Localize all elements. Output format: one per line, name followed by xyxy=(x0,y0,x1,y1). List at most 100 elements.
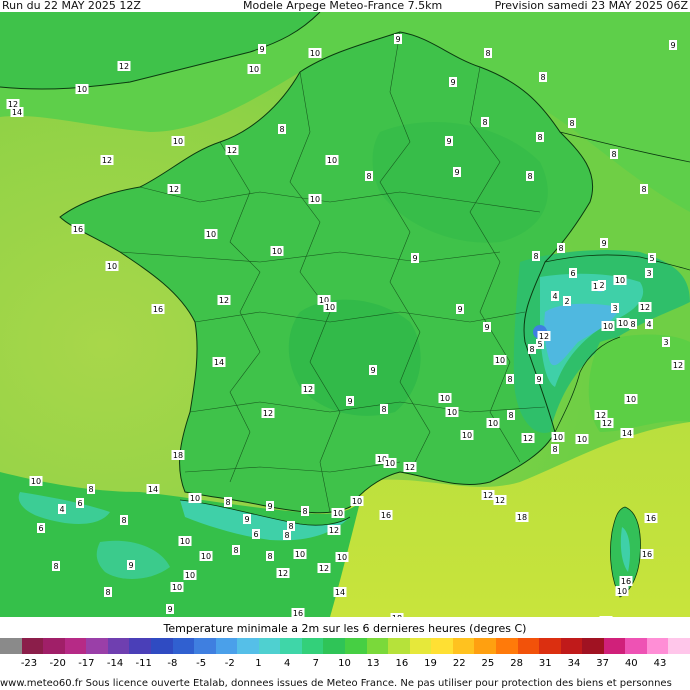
color-scale-tick: 13 xyxy=(366,658,380,669)
temperature-value-label: 18 xyxy=(390,613,404,617)
label-value: 12 xyxy=(329,526,339,535)
color-scale-tick: -5 xyxy=(196,658,207,669)
color-scale-tick: -17 xyxy=(78,658,95,669)
temperature-value-label: 16 xyxy=(640,549,654,559)
label-value: 8 xyxy=(537,133,542,142)
temperature-value-label: 12 xyxy=(638,302,652,312)
temperature-value-label: 6 xyxy=(252,529,260,539)
temperature-value-label: 14 xyxy=(620,428,634,438)
color-scale-tick: 25 xyxy=(481,658,495,669)
label-value: 10 xyxy=(185,571,195,580)
temperature-value-label: 8 xyxy=(301,506,309,516)
temperature-value-label: 9 xyxy=(535,374,543,384)
temperature-map: 12 10 12 14 10 9 10 9 8 8 9 9 10 12 8 12 10 8 9 8 8 8 8 9 8 8 12 10… xyxy=(0,12,690,617)
color-scale-swatch xyxy=(21,638,44,654)
label-value: 9 xyxy=(457,305,462,314)
label-value: 18 xyxy=(517,513,527,522)
label-value: 12 xyxy=(102,156,112,165)
label-value: 9 xyxy=(446,137,451,146)
temperature-value-label: 10 xyxy=(493,355,507,365)
label-value: 8 xyxy=(284,531,289,540)
label-value: 10 xyxy=(495,356,505,365)
temperature-value-label: 8 xyxy=(528,344,536,354)
label-value: 12 xyxy=(219,296,229,305)
label-value: 6 xyxy=(77,499,82,508)
temperature-value-label: 9 xyxy=(456,304,464,314)
label-value: 10 xyxy=(190,494,200,503)
temperature-value-label: 12 xyxy=(481,490,495,500)
color-scale-swatch xyxy=(388,638,411,654)
temperature-value-label: 14 xyxy=(10,107,24,117)
label-value: 9 xyxy=(601,239,606,248)
temperature-value-label: 10 xyxy=(323,302,337,312)
temperature-value-label: 8 xyxy=(278,124,286,134)
temperature-value-label: 10 xyxy=(75,84,89,94)
label-value: 6 xyxy=(38,524,43,533)
label-value: 8 xyxy=(558,244,563,253)
temperature-value-label: 14 xyxy=(146,484,160,494)
label-value: 9 xyxy=(484,323,489,332)
temperature-value-label: 5 xyxy=(536,339,544,349)
temperature-value-label: 16 xyxy=(644,513,658,523)
temperature-value-label: 10 xyxy=(204,229,218,239)
label-value: 10 xyxy=(77,85,87,94)
map-page: Run du 22 MAY 2025 12Z Modele Arpege Met… xyxy=(0,0,690,690)
temperature-value-label: 8 xyxy=(557,243,565,253)
label-value: 12 xyxy=(303,385,313,394)
temperature-value-label: 10 xyxy=(575,434,589,444)
label-value: 8 xyxy=(279,125,284,134)
temperature-value-label: 8 xyxy=(224,497,232,507)
temperature-value-label: 12 xyxy=(671,360,685,370)
temperature-value-label: 10 xyxy=(335,552,349,562)
temperature-value-label: 3 xyxy=(611,303,619,313)
color-scale-swatch xyxy=(409,638,432,654)
color-scale-tick: 22 xyxy=(452,658,466,669)
temperature-value-label: 10 xyxy=(247,64,261,74)
label-value: 3 xyxy=(612,304,617,313)
temperature-value-label: 10 xyxy=(350,496,364,506)
color-scale-swatch xyxy=(237,638,260,654)
label-value: 12 xyxy=(278,569,288,578)
color-scale-swatch xyxy=(345,638,368,654)
label-value: 16 xyxy=(381,511,391,520)
color-scale-swatch xyxy=(517,638,540,654)
label-value: 9 xyxy=(244,515,249,524)
temperature-value-label: 8 xyxy=(87,484,95,494)
temperature-value-label: 18 xyxy=(515,512,529,522)
color-scale-swatch xyxy=(194,638,217,654)
color-scale-tick: -23 xyxy=(20,658,38,669)
label-value: 8 xyxy=(105,588,110,597)
color-scale-swatch xyxy=(129,638,152,654)
temperature-value-label: 10 xyxy=(438,393,452,403)
label-value: 6 xyxy=(253,530,258,539)
color-scale-swatch xyxy=(280,638,303,654)
label-value: 5 xyxy=(649,254,654,263)
temperature-value-label: 9 xyxy=(243,514,251,524)
color-scale-tick: 40 xyxy=(624,658,638,669)
color-scale-tick: 1 xyxy=(255,658,262,669)
label-value: 14 xyxy=(335,588,345,597)
temperature-value-label: 12 xyxy=(261,408,275,418)
temperature-value-label: 12 xyxy=(100,155,114,165)
color-scale-swatch xyxy=(560,638,583,654)
temperature-value-label: 10 xyxy=(170,582,184,592)
temperature-value-label: 12 xyxy=(276,568,290,578)
color-scale-swatch xyxy=(150,638,174,654)
temperature-value-label: 10 xyxy=(293,549,307,559)
label-value: 14 xyxy=(148,485,158,494)
label-value: 9 xyxy=(536,375,541,384)
temperature-value-label: 10 xyxy=(613,275,627,285)
label-value: 8 xyxy=(302,507,307,516)
label-value: 9 xyxy=(395,35,400,44)
color-scale-tick: 19 xyxy=(424,658,437,669)
label-value: 9 xyxy=(267,502,272,511)
color-scale-swatch xyxy=(668,638,690,654)
temperature-value-label: 8 xyxy=(629,319,637,329)
temperature-value-label: 2 xyxy=(563,296,571,306)
temperature-value-label: 8 xyxy=(640,184,648,194)
label-value: 12 xyxy=(227,146,237,155)
temperature-value-label: 10 xyxy=(325,155,339,165)
temperature-value-label: 12 xyxy=(493,495,507,505)
label-value: 9 xyxy=(412,254,417,263)
temperature-value-label: 12 xyxy=(301,384,315,394)
